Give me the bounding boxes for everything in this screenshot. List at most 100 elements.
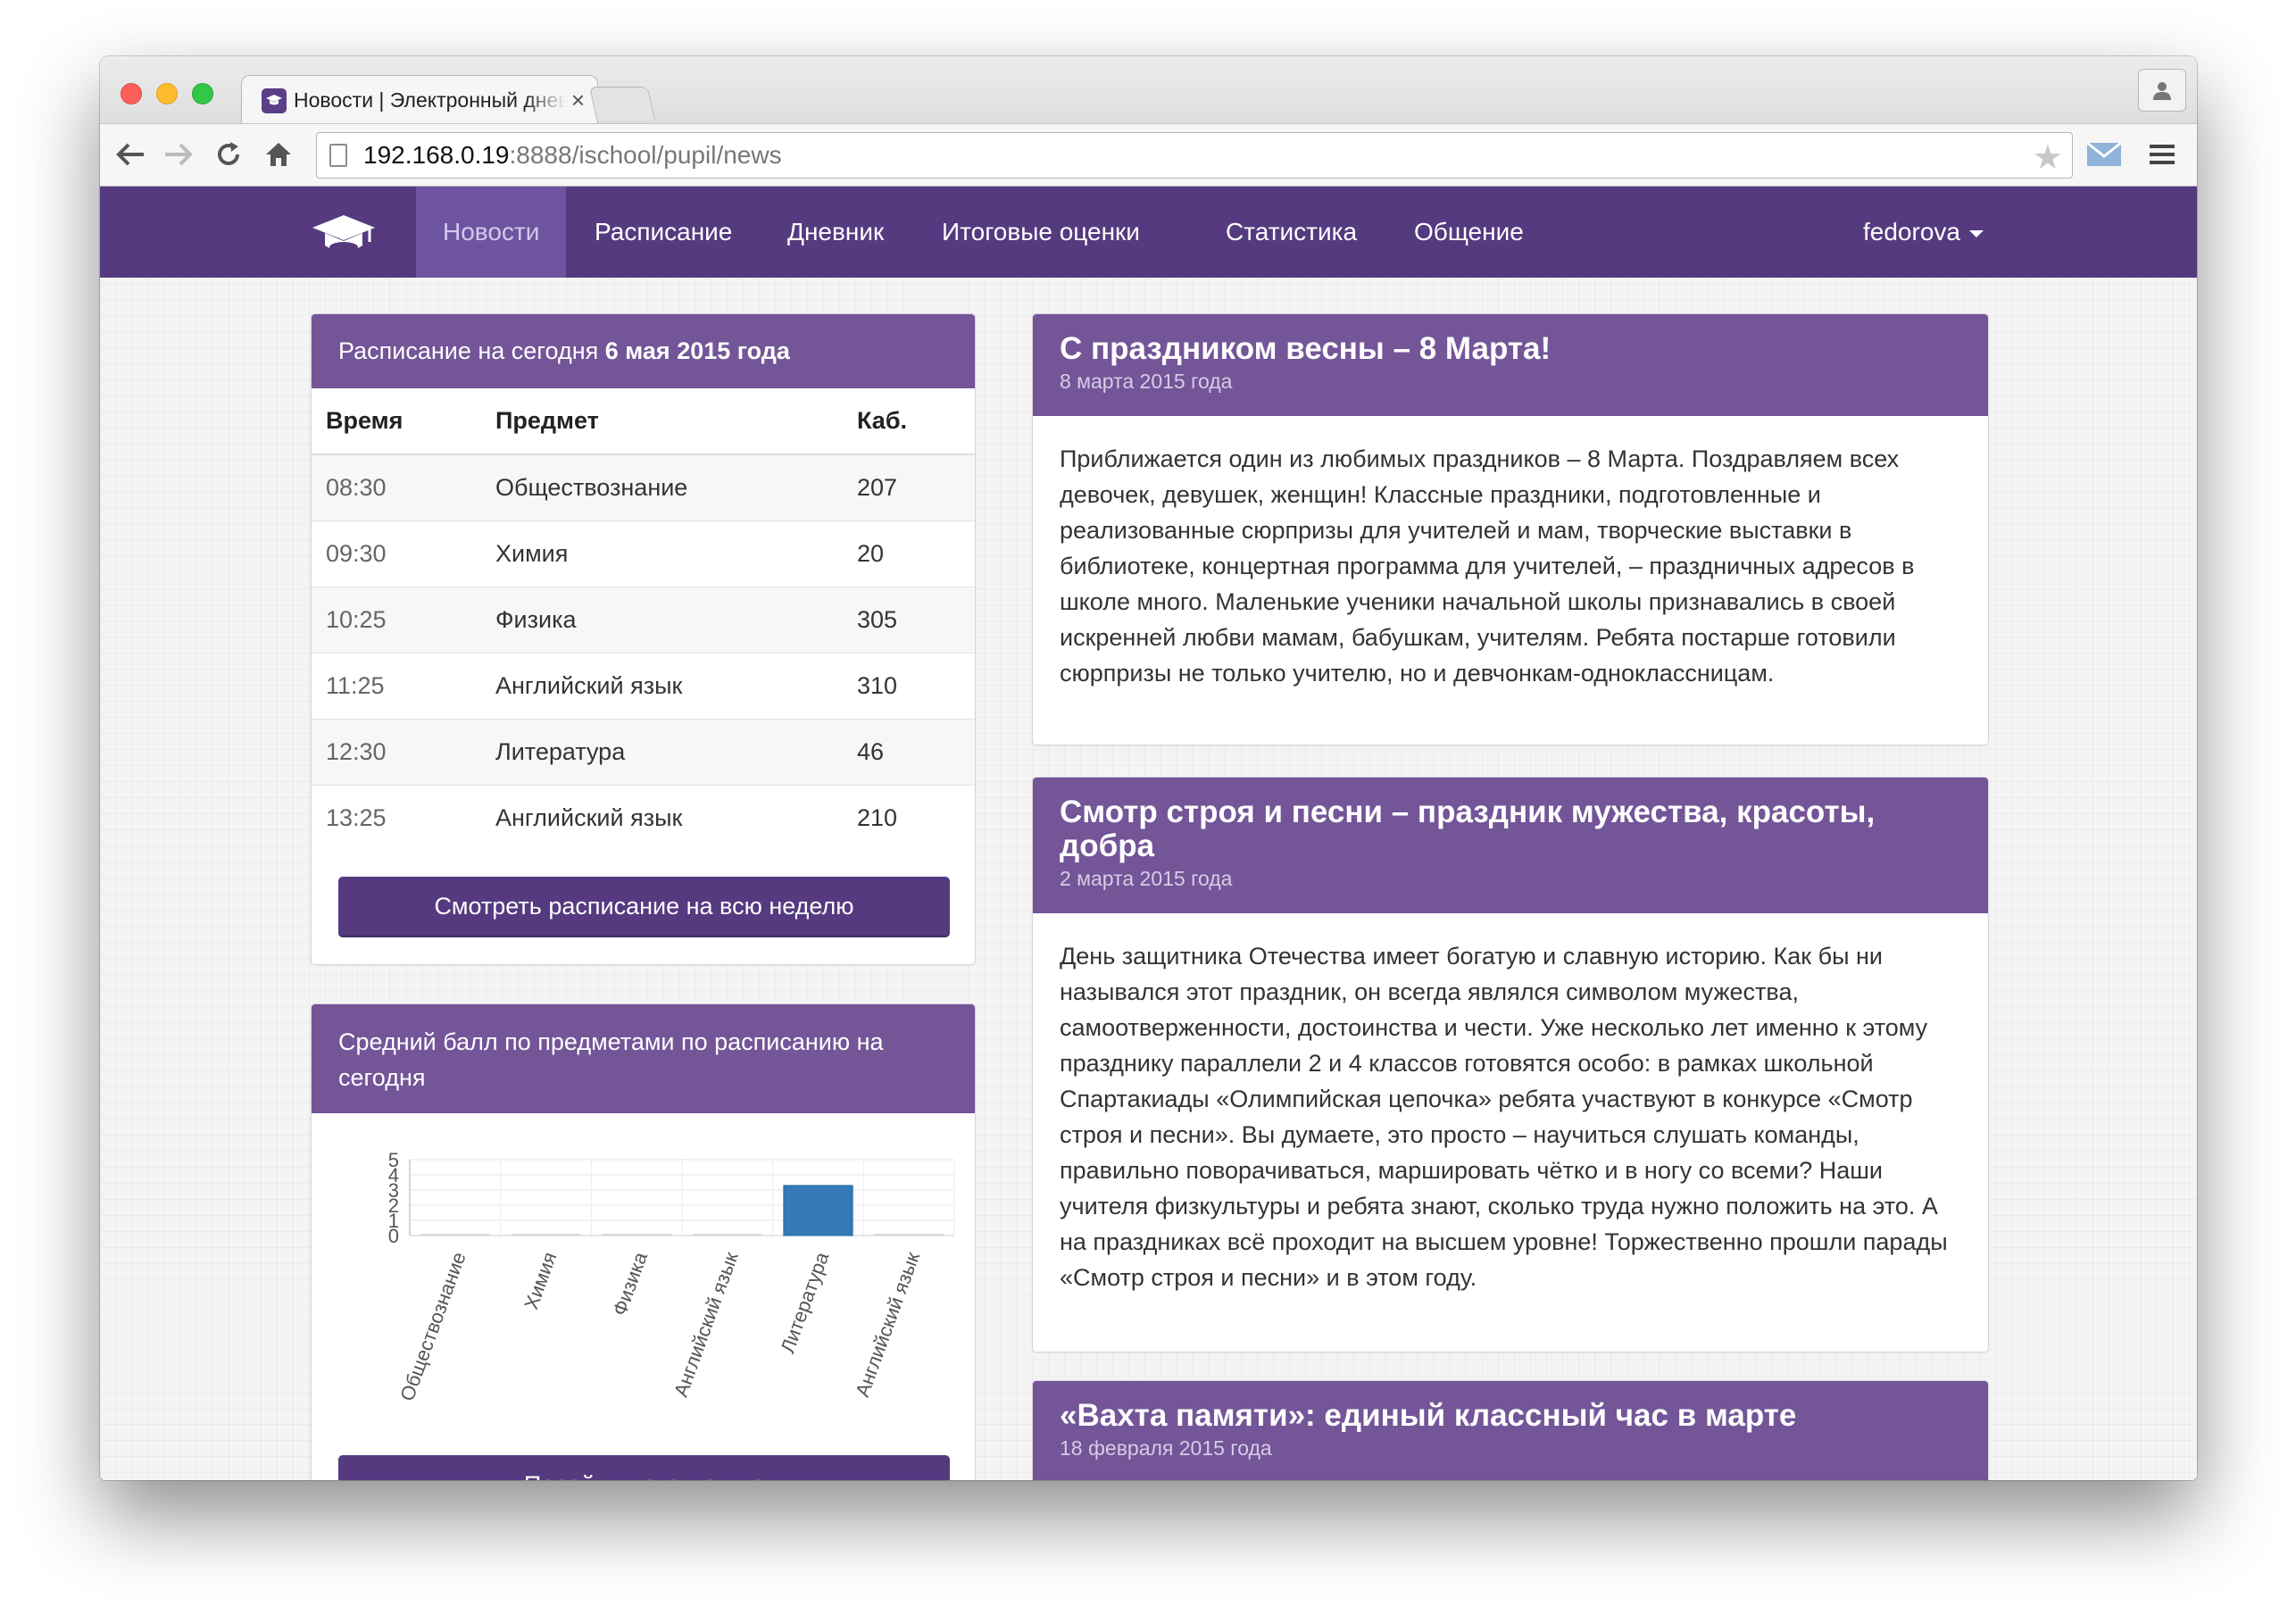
menu-icon[interactable]	[2144, 137, 2180, 172]
cell-subject: Английский язык	[481, 652, 843, 719]
cell-subject: Химия	[481, 520, 843, 587]
web-page: Новости Расписание Дневник Итоговые оцен…	[100, 187, 2197, 1480]
cell-subject: Физика	[481, 586, 843, 653]
chart-x-tick-label: Литература	[776, 1248, 833, 1355]
news-card: Смотр строя и песни – праздник мужества,…	[1032, 777, 1989, 1352]
chart-bar	[511, 1234, 581, 1236]
cell-subject: Литература	[481, 718, 843, 785]
back-icon[interactable]	[112, 137, 148, 172]
average-score-chart: 012345Обществознание Химия Физика Английски…	[388, 1149, 955, 1404]
close-window-button[interactable]	[121, 83, 142, 104]
user-menu[interactable]: fedorova	[1863, 187, 1984, 278]
browser-toolbar: 192.168.0.19:8888/ischool/pupil/news ★	[100, 123, 2197, 187]
forward-icon[interactable]	[161, 137, 196, 172]
chart-y-tick-label: 5	[388, 1149, 399, 1171]
news-header: «Вахта памяти»: единый классный час в ма…	[1033, 1381, 1988, 1480]
nav-item-schedule[interactable]: Расписание	[568, 187, 759, 278]
title-bar: Новости | Электронный дневник ×	[100, 56, 2197, 125]
news-title[interactable]: «Вахта памяти»: единый классный час в ма…	[1060, 1399, 1961, 1433]
cell-room: 207	[843, 454, 975, 520]
table-row: 13:25 Английский язык 210	[312, 784, 975, 851]
nav-item-messages[interactable]: Общение	[1387, 187, 1551, 278]
chart-bar	[783, 1185, 853, 1236]
minimize-window-button[interactable]	[156, 83, 178, 104]
chart-x-tick-label: Обществознание	[395, 1249, 470, 1403]
cell-room: 310	[843, 652, 975, 719]
cell-room: 20	[843, 520, 975, 587]
cell-time: 12:30	[312, 718, 481, 785]
cell-room: 305	[843, 586, 975, 653]
table-row: 09:30 Химия 20	[312, 520, 975, 587]
chart-bar	[420, 1234, 490, 1236]
news-title[interactable]: Смотр строя и песни – праздник мужества,…	[1060, 795, 1961, 863]
schedule-title: Расписание на сегодня	[338, 337, 599, 364]
table-row: 08:30 Обществознание 207	[312, 454, 975, 520]
go-to-statistics-button[interactable]: Перейти к статистике	[338, 1455, 950, 1480]
schedule-table: Время Предмет Каб. 08:30 Обществознание 20…	[312, 388, 975, 851]
average-score-header: Средний балл по предметами по расписанию…	[312, 1004, 975, 1113]
url-host: 192.168.0.19	[363, 141, 510, 169]
column-header-time: Время	[312, 388, 481, 455]
bookmark-star-icon[interactable]: ★	[2033, 137, 2063, 178]
profile-button[interactable]	[2138, 69, 2186, 112]
new-tab-button[interactable]	[588, 87, 656, 121]
table-row: 11:25 Английский язык 310	[312, 652, 975, 719]
news-body: День защитника Отечества имеет богатую и…	[1060, 943, 1948, 1291]
mail-icon[interactable]	[2086, 137, 2122, 172]
nav-item-final-grades[interactable]: Итоговые оценки	[915, 187, 1167, 278]
schedule-date: 6 мая 2015 года	[604, 337, 790, 364]
browser-tab[interactable]: Новости | Электронный дневник ×	[241, 75, 598, 125]
logo-graduation-cap-icon[interactable]	[311, 213, 377, 261]
news-date: 18 февраля 2015 года	[1060, 1436, 1272, 1460]
view-week-schedule-button[interactable]: Смотреть расписание на всю неделю	[338, 877, 950, 937]
nav-item-statistics[interactable]: Статистика	[1199, 187, 1384, 278]
news-card: «Вахта памяти»: единый классный час в ма…	[1032, 1380, 1989, 1480]
cell-time: 09:30	[312, 520, 481, 587]
news-date: 2 марта 2015 года	[1060, 867, 1233, 890]
page-icon	[329, 144, 347, 167]
schedule-panel-header: Расписание на сегодня 6 мая 2015 года	[312, 314, 975, 388]
address-bar[interactable]: 192.168.0.19:8888/ischool/pupil/news ★	[316, 132, 2073, 179]
table-row: 10:25 Физика 305	[312, 586, 975, 653]
cell-time: 11:25	[312, 652, 481, 719]
schedule-panel: Расписание на сегодня 6 мая 2015 года Вр…	[311, 313, 976, 965]
chart-x-tick-label: Английский язык	[670, 1249, 743, 1400]
chart-bar	[874, 1234, 944, 1236]
url-path: :8888/ischool/pupil/news	[509, 141, 782, 169]
cell-subject: Английский язык	[481, 784, 843, 851]
news-header: Смотр строя и песни – праздник мужества,…	[1033, 778, 1988, 913]
cell-room: 46	[843, 718, 975, 785]
cell-room: 210	[843, 784, 975, 851]
column-header-room: Каб.	[843, 388, 975, 455]
nav-item-diary[interactable]: Дневник	[761, 187, 911, 278]
cell-time: 13:25	[312, 784, 481, 851]
chart-x-tick-label: Химия	[520, 1249, 561, 1312]
cell-time: 08:30	[312, 454, 481, 520]
main-navbar: Новости Расписание Дневник Итоговые оцен…	[100, 187, 2197, 278]
username: fedorova	[1863, 218, 1960, 246]
news-body: Приближается один из любимых праздников …	[1060, 445, 1915, 687]
caret-down-icon	[1968, 229, 1984, 237]
chart-x-tick-label: Физика	[608, 1248, 652, 1319]
tab-close-icon[interactable]: ×	[571, 87, 585, 114]
news-title[interactable]: С праздником весны – 8 Марта!	[1060, 332, 1961, 366]
graduation-cap-icon	[262, 87, 287, 113]
chart-bar	[602, 1234, 671, 1236]
maximize-window-button[interactable]	[192, 83, 213, 104]
url-text[interactable]: 192.168.0.19:8888/ischool/pupil/news	[363, 141, 782, 170]
reload-icon[interactable]	[211, 137, 246, 172]
average-score-panel: Средний балл по предметами по расписанию…	[311, 1003, 976, 1480]
news-date: 8 марта 2015 года	[1060, 370, 1233, 393]
person-icon	[2153, 82, 2171, 100]
column-header-subject: Предмет	[481, 388, 843, 455]
table-row: 12:30 Литература 46	[312, 718, 975, 785]
home-icon[interactable]	[261, 137, 296, 172]
nav-item-news[interactable]: Новости	[416, 187, 567, 278]
cell-subject: Обществознание	[481, 454, 843, 520]
tab-title: Новости | Электронный дневник	[294, 88, 566, 112]
browser-window: Новости | Электронный дневник × 192.168.…	[100, 56, 2197, 1480]
chart-bar	[693, 1234, 762, 1236]
news-card: С праздником весны – 8 Марта! 8 марта 20…	[1032, 313, 1989, 745]
cell-time: 10:25	[312, 586, 481, 653]
news-header: С праздником весны – 8 Марта! 8 марта 20…	[1033, 314, 1988, 416]
